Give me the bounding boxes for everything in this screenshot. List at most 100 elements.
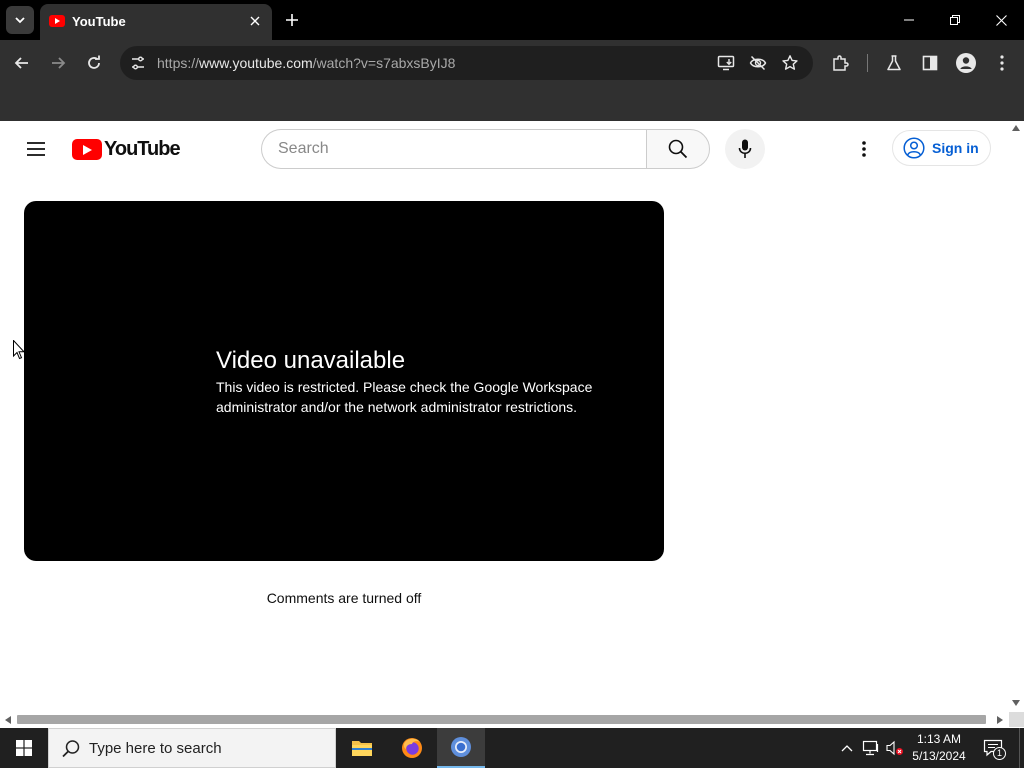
site-settings-icon[interactable] <box>128 53 148 73</box>
show-desktop-button[interactable] <box>1019 728 1024 768</box>
youtube-logo[interactable]: YouTube <box>72 137 181 160</box>
back-button[interactable] <box>8 49 36 77</box>
bookmark-star-icon[interactable] <box>779 52 801 74</box>
browser-toolbar: https://www.youtube.com/watch?v=s7abxsBy… <box>0 40 1024 86</box>
video-player[interactable]: Video unavailable This video is restrict… <box>24 201 664 561</box>
scrollbar-corner <box>1009 712 1024 727</box>
notification-center-button[interactable]: 1 <box>980 736 1006 760</box>
arrow-left-icon <box>14 57 28 69</box>
chevron-up-icon <box>841 745 853 752</box>
tray-show-hidden-icons[interactable] <box>838 739 856 757</box>
sign-in-button[interactable]: Sign in <box>892 130 991 166</box>
bookmarks-bar <box>0 86 1024 121</box>
taskbar-search-box[interactable]: Type here to search <box>48 728 336 768</box>
close-icon <box>995 14 1007 26</box>
youtube-masthead: YouTube Sign in <box>0 121 1009 177</box>
search-icon <box>62 740 80 758</box>
start-button[interactable] <box>0 728 48 768</box>
close-icon <box>250 16 260 26</box>
search-button[interactable] <box>646 129 710 169</box>
notification-count-badge: 1 <box>993 747 1006 760</box>
scroll-right-arrow-icon[interactable] <box>997 716 1003 724</box>
taskbar-clock[interactable]: 1:13 AM 5/13/2024 <box>906 731 972 765</box>
youtube-play-logo-icon <box>72 138 102 160</box>
network-wired-icon <box>862 740 879 756</box>
guide-menu-button[interactable] <box>20 133 52 165</box>
more-vertical-icon <box>862 141 866 157</box>
tray-volume-icon[interactable] <box>886 739 904 757</box>
profile-avatar-icon <box>956 53 976 73</box>
clock-time: 1:13 AM <box>916 732 962 746</box>
screen: YouTube https://www.youtube.com/watch?v=… <box>0 0 1024 768</box>
mouse-pointer-icon <box>13 340 25 360</box>
horizontal-scrollbar[interactable] <box>0 712 1009 727</box>
url-scheme: https:// <box>157 55 200 71</box>
reload-button[interactable] <box>80 49 108 77</box>
browser-menu-button[interactable] <box>988 49 1016 77</box>
error-title: Video unavailable <box>216 347 406 374</box>
plus-icon <box>286 14 298 26</box>
extensions-button[interactable] <box>826 49 854 77</box>
scroll-down-arrow-icon[interactable] <box>1012 700 1020 706</box>
browser-tab-youtube[interactable]: YouTube <box>40 4 272 40</box>
minimize-button[interactable] <box>886 0 932 40</box>
account-circle-icon <box>903 137 925 159</box>
settings-menu-button[interactable] <box>848 133 880 165</box>
tab-search-button[interactable] <box>6 6 34 34</box>
taskbar-chrome[interactable] <box>437 728 485 768</box>
restore-icon <box>950 15 960 25</box>
search-box <box>261 129 647 169</box>
clock-date: 5/13/2024 <box>912 749 966 763</box>
error-message: This video is restricted. Please check t… <box>216 379 593 415</box>
windows-logo-icon <box>16 740 32 756</box>
address-bar[interactable]: https://www.youtube.com/watch?v=s7abxsBy… <box>120 46 813 80</box>
vertical-scrollbar[interactable] <box>1009 121 1024 712</box>
scroll-left-arrow-icon[interactable] <box>5 716 11 724</box>
sign-in-label: Sign in <box>932 140 979 156</box>
reload-icon <box>88 55 100 69</box>
more-vertical-icon <box>1000 55 1004 71</box>
voice-search-button[interactable] <box>725 129 765 169</box>
firefox-icon <box>402 738 422 758</box>
youtube-logo-text: YouTube <box>104 137 181 160</box>
taskbar-search-placeholder: Type here to search <box>89 740 222 757</box>
new-tab-button[interactable] <box>280 8 304 32</box>
tab-title: YouTube <box>72 14 126 29</box>
install-app-icon[interactable] <box>715 52 737 74</box>
minimize-icon <box>904 19 914 21</box>
close-window-button[interactable] <box>978 0 1024 40</box>
puzzle-piece-icon <box>833 55 849 71</box>
browser-tab-strip: YouTube <box>0 0 1024 40</box>
windows-taskbar: Type here to search 1:13 AM 5/13/2024 1 <box>0 728 1024 768</box>
side-panel-icon <box>922 55 938 71</box>
scroll-up-arrow-icon[interactable] <box>1012 125 1020 131</box>
forward-button[interactable] <box>44 49 72 77</box>
search-input[interactable] <box>278 139 628 159</box>
horizontal-scroll-thumb[interactable] <box>17 715 986 724</box>
chevron-down-icon <box>15 17 25 24</box>
restore-button[interactable] <box>932 0 978 40</box>
volume-muted-icon <box>886 740 903 756</box>
youtube-favicon-icon <box>49 15 65 27</box>
side-panel-button[interactable] <box>916 49 944 77</box>
labs-button[interactable] <box>880 49 908 77</box>
tab-close-button[interactable] <box>246 12 264 30</box>
url-host: www.youtube.com <box>199 55 313 71</box>
file-explorer-icon <box>352 741 372 756</box>
url-path: /watch?v=s7abxsByIJ8 <box>312 55 456 71</box>
profile-button[interactable] <box>952 49 980 77</box>
comments-status: Comments are turned off <box>266 590 422 606</box>
search-icon <box>668 139 688 159</box>
taskbar-file-explorer[interactable] <box>338 728 386 768</box>
chrome-icon <box>451 737 471 757</box>
tracking-protection-eye-off-icon[interactable] <box>747 52 769 74</box>
tray-network-icon[interactable] <box>862 739 880 757</box>
microphone-icon <box>738 139 752 158</box>
url-text: https://www.youtube.com/watch?v=s7abxsBy… <box>157 55 455 71</box>
taskbar-firefox[interactable] <box>388 728 436 768</box>
hamburger-menu-icon <box>27 142 45 156</box>
flask-icon <box>887 55 901 71</box>
arrow-right-icon <box>52 57 66 69</box>
youtube-page: YouTube Sign in Video unavailable This v… <box>0 121 1009 712</box>
toolbar-divider <box>867 54 868 72</box>
